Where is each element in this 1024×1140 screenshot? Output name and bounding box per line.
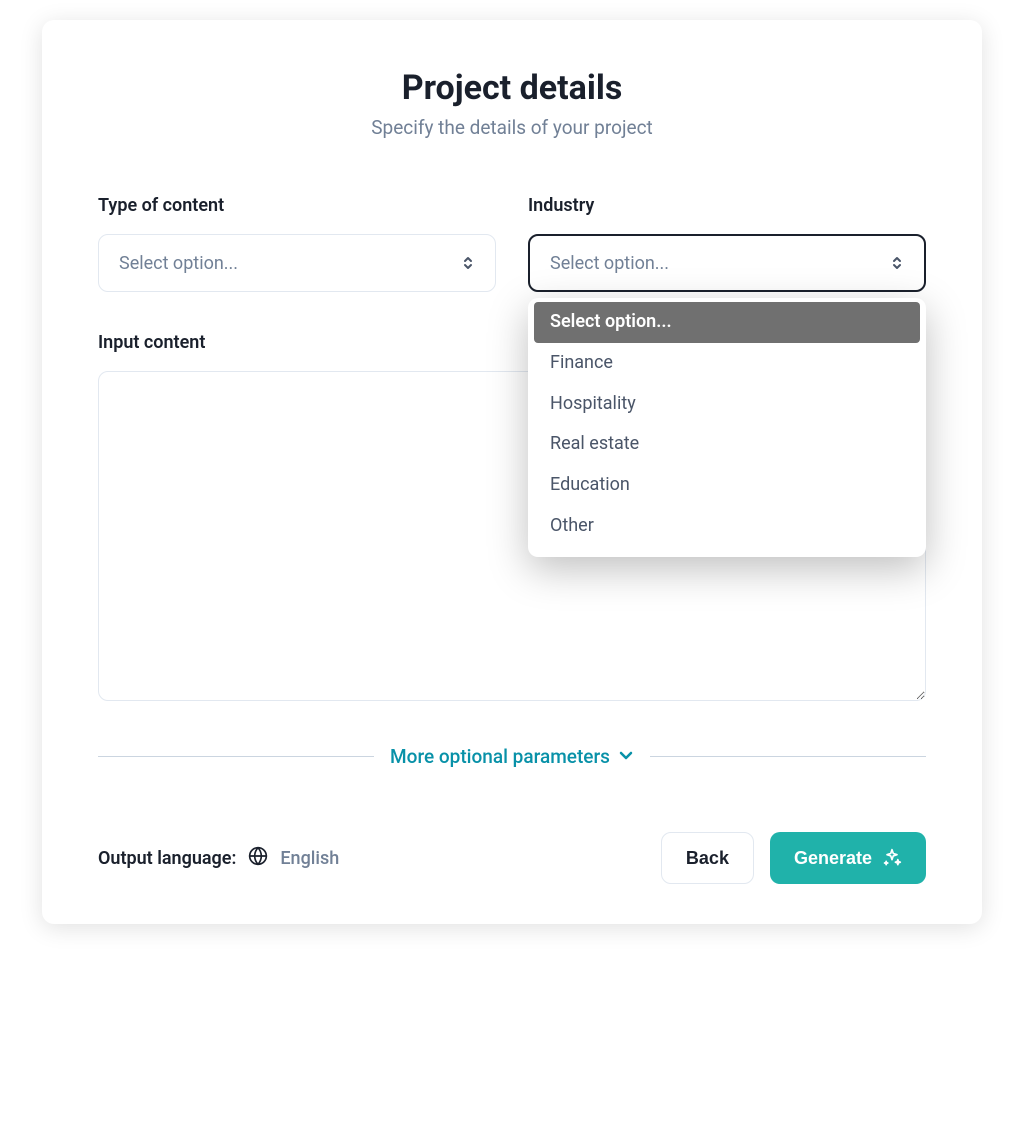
industry-option-placeholder[interactable]: Select option... (534, 302, 920, 343)
industry-option-hospitality[interactable]: Hospitality (528, 384, 926, 425)
footer-buttons: Back Generate (661, 832, 926, 884)
industry-placeholder: Select option... (550, 253, 669, 274)
output-language: Output language: English (98, 846, 339, 871)
output-language-label: Output language: (98, 848, 236, 869)
content-type-field: Type of content Select option... (98, 195, 496, 292)
industry-option-other[interactable]: Other (528, 506, 926, 547)
page-subtitle: Specify the details of your project (98, 116, 926, 139)
industry-option-education[interactable]: Education (528, 465, 926, 506)
content-type-select[interactable]: Select option... (98, 234, 496, 292)
industry-label: Industry (528, 195, 926, 216)
sparkle-icon (882, 848, 902, 868)
updown-icon (890, 254, 904, 272)
project-details-card: Project details Specify the details of y… (42, 20, 982, 924)
industry-dropdown: Select option... Finance Hospitality Rea… (528, 298, 926, 557)
generate-button[interactable]: Generate (770, 832, 926, 884)
more-params-row: More optional parameters (98, 745, 926, 768)
industry-option-real-estate[interactable]: Real estate (528, 424, 926, 465)
industry-select[interactable]: Select option... (528, 234, 926, 292)
updown-icon (461, 254, 475, 272)
page-title: Project details (98, 68, 926, 108)
chevron-down-icon (618, 745, 634, 768)
generate-button-label: Generate (794, 848, 872, 869)
more-params-toggle[interactable]: More optional parameters (390, 745, 634, 768)
output-language-value: English (280, 848, 339, 869)
footer: Output language: English Back Generate (98, 832, 926, 884)
divider-right (650, 756, 926, 757)
divider-left (98, 756, 374, 757)
content-type-placeholder: Select option... (119, 253, 238, 274)
industry-option-finance[interactable]: Finance (528, 343, 926, 384)
more-params-label: More optional parameters (390, 745, 610, 768)
content-type-label: Type of content (98, 195, 496, 216)
form-row-selects: Type of content Select option... Industr… (98, 195, 926, 292)
back-button-label: Back (686, 848, 729, 869)
globe-icon (248, 846, 268, 871)
back-button[interactable]: Back (661, 832, 754, 884)
header: Project details Specify the details of y… (98, 68, 926, 139)
industry-field: Industry Select option... Select option.… (528, 195, 926, 292)
